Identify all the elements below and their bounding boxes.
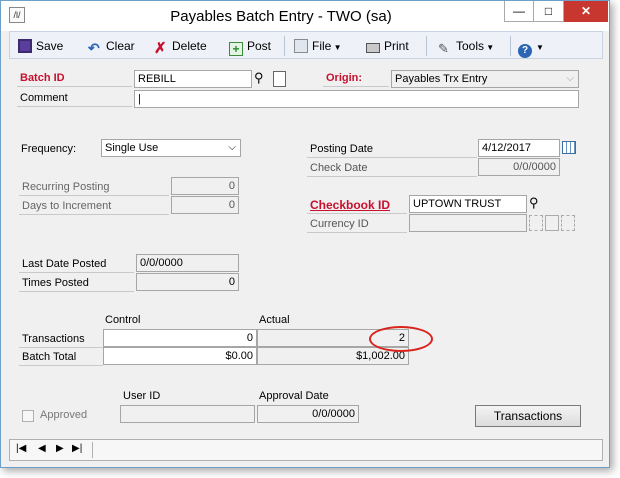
user-id-field <box>120 405 255 423</box>
approval-date-field: 0/0/0000 <box>257 405 359 423</box>
toolbar: Save ↶ Clear ✗ Delete + Post File ▼ Print ✎… <box>9 31 603 59</box>
control-header: Control <box>105 314 141 326</box>
calendar-icon[interactable] <box>562 141 576 154</box>
record-navigation-bar: |◀ ◀ ▶ ▶| <box>9 439 603 461</box>
origin-label: Origin: <box>323 70 389 87</box>
posting-date-label: Posting Date <box>307 141 477 158</box>
title-bar: /l/ Payables Batch Entry - TWO (sa) — □ … <box>1 1 609 31</box>
delete-label: Delete <box>172 39 207 53</box>
currency-expansion-icon <box>545 215 559 231</box>
first-record-icon[interactable]: |◀ <box>16 443 26 454</box>
batch-total-label: Batch Total <box>19 349 103 366</box>
toolbar-separator <box>510 36 511 56</box>
post-label: Post <box>247 39 272 53</box>
currency-lookup-icon <box>529 215 543 231</box>
check-date-field: 0/0/0000 <box>478 158 560 176</box>
save-button[interactable]: Save <box>18 37 63 55</box>
lookup-magnifier-icon[interactable]: ⚲ <box>254 70 270 88</box>
user-id-header: User ID <box>123 390 161 402</box>
last-record-icon[interactable]: ▶| <box>72 443 82 454</box>
close-button[interactable]: ✕ <box>564 1 608 22</box>
checkbook-id-label[interactable]: Checkbook ID <box>307 197 407 214</box>
recurring-posting-field: 0 <box>171 177 239 195</box>
checkbook-id-field[interactable]: UPTOWN TRUST <box>409 195 527 213</box>
currency-id-label: Currency ID <box>307 216 407 233</box>
floppy-disk-icon <box>18 39 32 53</box>
help-menu[interactable]: ? ▼ <box>518 37 544 58</box>
post-plus-icon: + <box>229 42 243 56</box>
help-question-icon: ? <box>518 44 532 58</box>
printer-icon <box>366 43 380 53</box>
chevron-down-icon: ⌵ <box>566 73 574 84</box>
window-title: Payables Batch Entry - TWO (sa) <box>170 8 392 25</box>
tools-menu[interactable]: ✎ Tools ▼ <box>438 37 495 56</box>
clear-label: Clear <box>106 39 135 53</box>
last-date-posted-field: 0/0/0000 <box>136 254 239 272</box>
file-menu[interactable]: File ▼ <box>294 37 341 55</box>
currency-id-field <box>409 214 527 232</box>
save-label: Save <box>36 39 64 53</box>
comment-label: Comment <box>17 90 132 107</box>
last-date-posted-label: Last Date Posted <box>19 256 134 273</box>
clear-button[interactable]: ↶ Clear <box>88 37 135 55</box>
times-posted-field: 0 <box>136 273 239 291</box>
file-label: File <box>312 39 332 53</box>
check-date-label: Check Date <box>307 160 477 177</box>
days-to-increment-field: 0 <box>171 196 239 214</box>
chevron-down-icon: ⌵ <box>228 142 236 153</box>
actual-header: Actual <box>259 314 290 326</box>
posting-date-field[interactable]: 4/12/2017 <box>478 139 560 157</box>
nav-separator <box>92 442 93 458</box>
approved-label: Approved <box>40 409 88 421</box>
print-button[interactable]: Print <box>366 37 409 55</box>
toolbar-separator <box>426 36 427 56</box>
approval-date-header: Approval Date <box>259 390 329 402</box>
next-record-icon[interactable]: ▶ <box>56 443 64 454</box>
lookup-magnifier-icon[interactable]: ⚲ <box>529 195 545 213</box>
highlight-ellipse <box>369 326 433 352</box>
transactions-label: Transactions <box>19 331 103 348</box>
minimize-button[interactable]: — <box>504 1 534 22</box>
batch-total-control-field[interactable]: $0.00 <box>103 347 257 365</box>
new-document-icon[interactable] <box>273 71 286 87</box>
origin-dropdown[interactable]: Payables Trx Entry ⌵ <box>391 70 579 88</box>
exchange-rate-icon <box>561 215 575 231</box>
maximize-button[interactable]: □ <box>534 1 564 22</box>
wrench-icon: ✎ <box>438 41 449 56</box>
chevron-down-icon: ▼ <box>331 43 342 52</box>
delete-x-icon: ✗ <box>154 40 167 57</box>
transactions-control-field[interactable]: 0 <box>103 329 257 347</box>
chevron-down-icon: ▼ <box>536 43 544 52</box>
frequency-dropdown[interactable]: Single Use ⌵ <box>101 139 241 157</box>
frequency-label: Frequency: <box>21 143 77 155</box>
print-label: Print <box>384 39 409 53</box>
transactions-button[interactable]: Transactions <box>475 405 581 427</box>
post-button[interactable]: + Post <box>229 37 272 56</box>
batch-id-label[interactable]: Batch ID <box>17 70 132 87</box>
comment-field[interactable]: | <box>134 90 579 108</box>
delete-button[interactable]: ✗ Delete <box>154 37 207 57</box>
batch-id-field[interactable]: REBILL <box>134 70 252 88</box>
days-to-increment-label: Days to Increment <box>19 198 169 215</box>
toolbar-separator <box>284 36 285 56</box>
undo-arrow-icon: ↶ <box>88 40 100 56</box>
tools-label: Tools <box>456 39 485 53</box>
previous-record-icon[interactable]: ◀ <box>38 443 46 454</box>
chevron-down-icon: ▼ <box>484 43 495 52</box>
times-posted-label: Times Posted <box>19 275 134 292</box>
approved-checkbox <box>22 410 34 422</box>
recurring-posting-label: Recurring Posting <box>19 179 169 196</box>
payables-batch-entry-window: /l/ Payables Batch Entry - TWO (sa) — □ … <box>0 0 610 468</box>
file-folder-icon <box>294 39 308 53</box>
